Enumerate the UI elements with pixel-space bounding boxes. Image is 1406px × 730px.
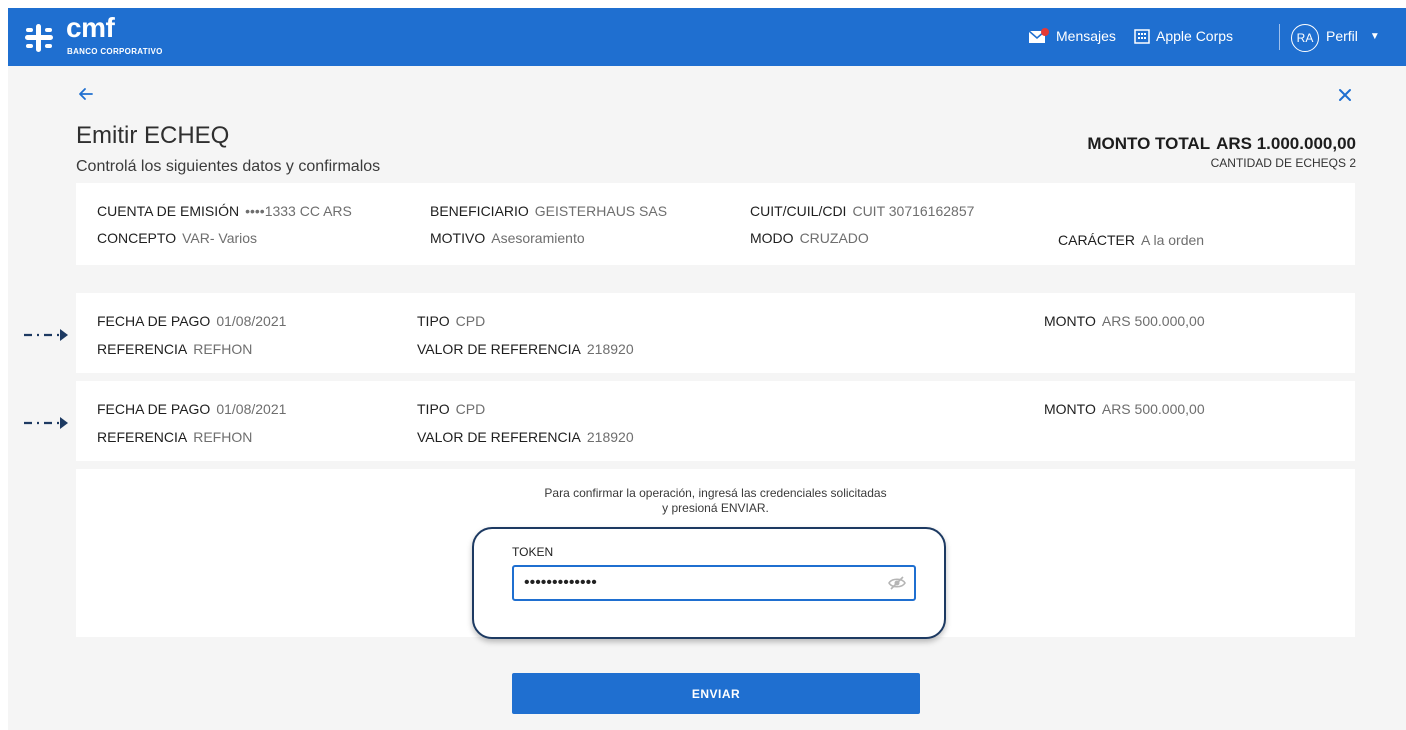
page-subtitle: Controlá los siguientes datos y confirma… (76, 158, 381, 175)
monto-label: MONTO (1044, 313, 1096, 329)
token-input[interactable] (512, 565, 916, 601)
back-arrow-icon[interactable] (78, 86, 94, 102)
monto-field: MONTO ARS 500.000,00 (1044, 313, 1205, 329)
tipo-value: CPD (455, 313, 486, 329)
token-highlight: TOKEN (472, 527, 946, 639)
close-icon[interactable] (1338, 88, 1352, 102)
fecha-field: FECHA DE PAGO 01/08/2021 (97, 313, 286, 329)
tipo-field: TIPO CPD (417, 401, 485, 417)
submit-button[interactable]: ENVIAR (512, 673, 920, 714)
monto-field: MONTO ARS 500.000,00 (1044, 401, 1205, 417)
cuit-field: CUIT/CUIL/CDI CUIT 30716162857 (750, 203, 974, 219)
profile-label: Perfil (1326, 28, 1358, 44)
fecha-label: FECHA DE PAGO (97, 401, 211, 417)
tipo-value: CPD (455, 401, 486, 417)
avatar[interactable]: RA (1291, 24, 1319, 52)
total-amount: MONTO TOTAL ARS 1.000.000,00 (1087, 134, 1356, 154)
tipo-label: TIPO (417, 401, 450, 417)
brand-subtitle: BANCO CORPORATIVO (67, 47, 163, 56)
app-frame: cmf BANCO CORPORATIVO Mensajes Apple Cor… (8, 8, 1406, 730)
caracter-value: A la orden (1141, 232, 1205, 248)
confirm-line-1: Para confirmar la operación, ingresá las… (544, 486, 887, 500)
company-label: Apple Corps (1156, 28, 1234, 44)
total-value: ARS 1.000.000,00 (1216, 134, 1356, 153)
fecha-field: FECHA DE PAGO 01/08/2021 (97, 401, 286, 417)
profile-menu[interactable]: Perfil ▼ (1326, 28, 1380, 44)
total-label: MONTO TOTAL (1087, 134, 1211, 153)
operation-summary-card: CUENTA DE EMISIÓN ••••1333 CC ARS BENEFIC… (76, 183, 1355, 265)
beneficiario-value: GEISTERHAUS SAS (534, 203, 668, 219)
referencia-value: REFHON (193, 429, 253, 445)
cuenta-field: CUENTA DE EMISIÓN ••••1333 CC ARS (97, 203, 352, 219)
modo-field: MODO CRUZADO (750, 230, 869, 246)
valor-referencia-value: 218920 (586, 429, 634, 445)
page-title: Emitir ECHEQ (76, 122, 230, 149)
header-divider (1279, 24, 1280, 50)
fecha-label: FECHA DE PAGO (97, 313, 211, 329)
total-summary: MONTO TOTAL ARS 1.000.000,00 CANTIDAD DE … (1087, 134, 1356, 170)
cmf-logo-icon (25, 24, 53, 52)
fecha-value: 01/08/2021 (216, 401, 287, 417)
token-label: TOKEN (512, 545, 554, 559)
confirm-line-2: y presioná ENVIAR. (662, 501, 769, 515)
confirmation-card: Para confirmar la operación, ingresá las… (76, 469, 1355, 639)
brand-name: cmf (66, 12, 115, 43)
cuenta-label: CUENTA DE EMISIÓN (97, 203, 240, 219)
tipo-label: TIPO (417, 313, 450, 329)
valor-referencia-field: VALOR DE REFERENCIA 218920 (417, 429, 634, 445)
valor-referencia-label: VALOR DE REFERENCIA (417, 429, 581, 445)
monto-label: MONTO (1044, 401, 1096, 417)
concepto-value: VAR- Varios (182, 230, 258, 246)
referencia-field: REFERENCIA REFHON (97, 341, 252, 357)
cuit-value: CUIT 30716162857 (852, 203, 975, 219)
echeq-card: FECHA DE PAGO 01/08/2021 TIPO CPD MONTO ARS… (76, 293, 1355, 373)
motivo-value: Asesoramiento (491, 230, 585, 246)
building-icon (1134, 29, 1150, 44)
messages-label: Mensajes (1056, 28, 1116, 44)
chevron-down-icon: ▼ (1369, 30, 1380, 42)
mail-notification-icon (1028, 28, 1049, 43)
messages-link[interactable]: Mensajes (1028, 28, 1116, 44)
referencia-label: REFERENCIA (97, 341, 188, 357)
referencia-value: REFHON (193, 341, 253, 357)
caracter-label: CARÁCTER (1058, 232, 1136, 248)
motivo-label: MOTIVO (430, 230, 486, 246)
monto-value: ARS 500.000,00 (1101, 401, 1205, 417)
modo-label: MODO (750, 230, 794, 246)
top-navbar: cmf BANCO CORPORATIVO Mensajes Apple Cor… (8, 8, 1406, 66)
concepto-label: CONCEPTO (97, 230, 177, 246)
valor-referencia-field: VALOR DE REFERENCIA 218920 (417, 341, 634, 357)
referencia-label: REFERENCIA (97, 429, 188, 445)
eye-off-icon[interactable] (888, 575, 906, 591)
echeq-count: CANTIDAD DE ECHEQS 2 (1210, 156, 1356, 170)
caracter-field: CARÁCTER A la orden (1058, 232, 1204, 248)
modo-value: CRUZADO (799, 230, 869, 246)
monto-value: ARS 500.000,00 (1101, 313, 1205, 329)
tipo-field: TIPO CPD (417, 313, 485, 329)
valor-referencia-value: 218920 (586, 341, 634, 357)
cuit-label: CUIT/CUIL/CDI (750, 203, 847, 219)
company-selector[interactable]: Apple Corps (1134, 28, 1233, 44)
valor-referencia-label: VALOR DE REFERENCIA (417, 341, 581, 357)
echeq-card: FECHA DE PAGO 01/08/2021 TIPO CPD MONTO ARS… (76, 381, 1355, 461)
referencia-field: REFERENCIA REFHON (97, 429, 252, 445)
fecha-value: 01/08/2021 (216, 313, 287, 329)
annotation-arrow-icon (24, 329, 68, 341)
beneficiario-field: BENEFICIARIO GEISTERHAUS SAS (430, 203, 667, 219)
beneficiario-label: BENEFICIARIO (430, 203, 529, 219)
cuenta-value: ••••1333 CC ARS (245, 203, 352, 219)
concepto-field: CONCEPTO VAR- Varios (97, 230, 257, 246)
confirm-instructions: Para confirmar la operación, ingresá las… (76, 486, 1355, 516)
annotation-arrow-icon (24, 417, 68, 429)
motivo-field: MOTIVO Asesoramiento (430, 230, 585, 246)
